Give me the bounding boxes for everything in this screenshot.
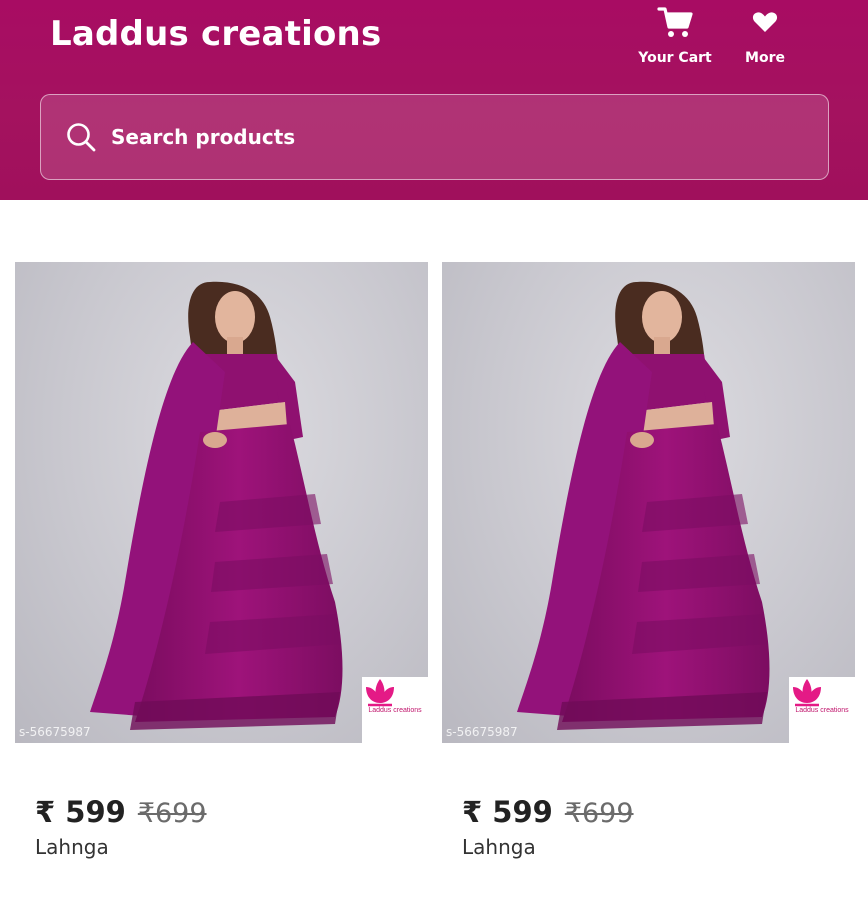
product-image[interactable]: s-56675987 Laddus creations	[442, 262, 855, 743]
lotus-logo-icon	[793, 679, 821, 707]
product-card[interactable]: s-56675987 Laddus creations ₹ 599 ₹699 L…	[442, 262, 855, 859]
search-icon	[65, 121, 97, 153]
app-header: Laddus creations Your Cart More	[0, 0, 868, 200]
product-image[interactable]: s-56675987 Laddus creations	[15, 262, 428, 743]
product-name[interactable]: Lahnga	[35, 835, 428, 859]
sku-watermark: s-56675987	[19, 725, 91, 739]
cart-icon	[655, 4, 695, 40]
your-cart-label: Your Cart	[638, 50, 712, 66]
product-name[interactable]: Lahnga	[462, 835, 855, 859]
price-original: ₹699	[564, 798, 634, 829]
more-label: More	[745, 50, 785, 66]
brand-title: Laddus creations	[50, 14, 382, 54]
price-row: ₹ 599 ₹699	[35, 795, 428, 829]
price-current: ₹ 599	[462, 795, 553, 829]
product-card[interactable]: s-56675987 Laddus creations ₹ 599 ₹699 L…	[15, 262, 428, 859]
lehenga-photo	[90, 281, 343, 730]
price-current: ₹ 599	[35, 795, 126, 829]
price-row: ₹ 599 ₹699	[462, 795, 855, 829]
brand-badge: Laddus creations	[789, 677, 855, 743]
search-bar[interactable]	[40, 94, 829, 180]
your-cart-button[interactable]: Your Cart	[630, 4, 720, 70]
search-input[interactable]	[111, 117, 828, 157]
lotus-logo-icon	[366, 679, 394, 707]
heart-icon	[745, 4, 785, 40]
price-original: ₹699	[137, 798, 207, 829]
lehenga-photo	[517, 281, 770, 730]
sku-watermark: s-56675987	[446, 725, 518, 739]
brand-badge: Laddus creations	[362, 677, 428, 743]
more-button[interactable]: More	[720, 4, 810, 70]
